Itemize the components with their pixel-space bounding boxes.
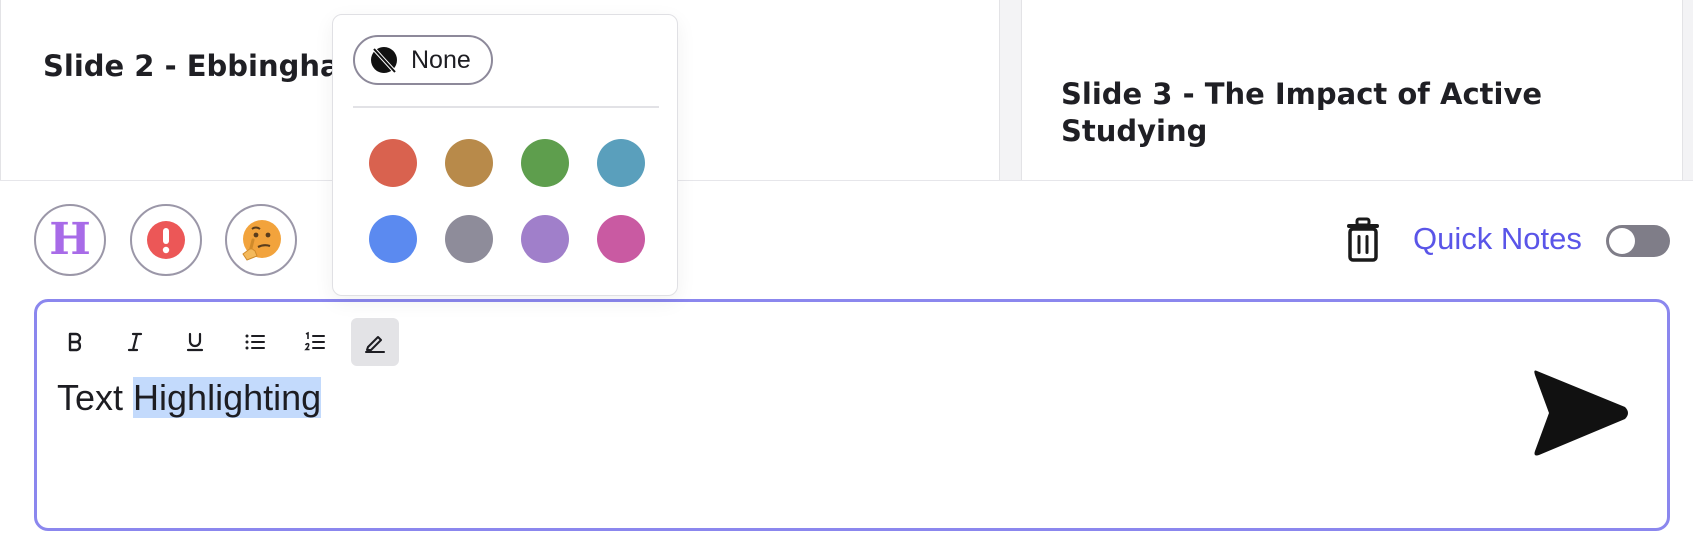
slide-card-3[interactable]: Slide 3 - The Impact of Active Studying	[1021, 0, 1683, 180]
editor-text-highlighted: Highlighting	[133, 377, 322, 418]
thinking-reaction-button[interactable]	[225, 204, 297, 276]
editor-content[interactable]: Text Highlighting	[57, 377, 322, 419]
color-swatch[interactable]	[521, 215, 569, 263]
color-swatch[interactable]	[369, 139, 417, 187]
bold-icon	[68, 332, 82, 352]
send-button[interactable]	[1531, 367, 1631, 459]
quick-notes-label: Quick Notes	[1413, 221, 1582, 256]
no-highlight-label: None	[411, 45, 471, 74]
color-swatch[interactable]	[445, 215, 493, 263]
heading-h-icon: H	[49, 214, 91, 265]
bulleted-list-button[interactable]	[231, 318, 279, 366]
highlight-color-popover: None	[332, 14, 678, 296]
alert-reaction-button[interactable]	[130, 204, 202, 276]
notes-panel: H Quick Notes Text Highlighting	[0, 180, 1693, 546]
bulleted-list-icon	[245, 334, 265, 350]
toggle-knob	[1609, 228, 1635, 254]
color-swatch[interactable]	[521, 139, 569, 187]
exclamation-icon	[147, 221, 185, 259]
color-swatch[interactable]	[445, 139, 493, 187]
numbered-list-button[interactable]	[291, 318, 339, 366]
no-color-icon	[371, 47, 397, 74]
send-icon	[1534, 370, 1628, 456]
italic-button[interactable]	[111, 318, 159, 366]
color-swatch[interactable]	[597, 139, 645, 187]
popover-divider	[353, 106, 659, 108]
underline-icon	[186, 332, 204, 352]
quick-notes-toggle[interactable]	[1606, 225, 1670, 257]
page: Slide 2 - Ebbinghaus' Forgetting Curve S…	[0, 0, 1693, 546]
heading-reaction-button[interactable]: H	[34, 204, 106, 276]
highlighter-icon	[365, 336, 385, 353]
note-editor[interactable]: Text Highlighting	[34, 299, 1670, 531]
editor-text-plain: Text	[57, 377, 134, 418]
underline-button[interactable]	[171, 318, 219, 366]
color-swatch[interactable]	[597, 215, 645, 263]
italic-icon	[127, 332, 143, 352]
highlight-button[interactable]	[351, 318, 399, 366]
bold-button[interactable]	[51, 318, 99, 366]
trash-icon	[1347, 217, 1379, 262]
no-highlight-button[interactable]: None	[353, 35, 493, 85]
color-swatch[interactable]	[369, 215, 417, 263]
delete-note-button[interactable]	[1343, 217, 1383, 263]
numbered-list-icon	[304, 331, 325, 351]
slide-title: Slide 3 - The Impact of Active Studying	[1061, 77, 1543, 148]
thinking-face-icon	[242, 220, 281, 261]
